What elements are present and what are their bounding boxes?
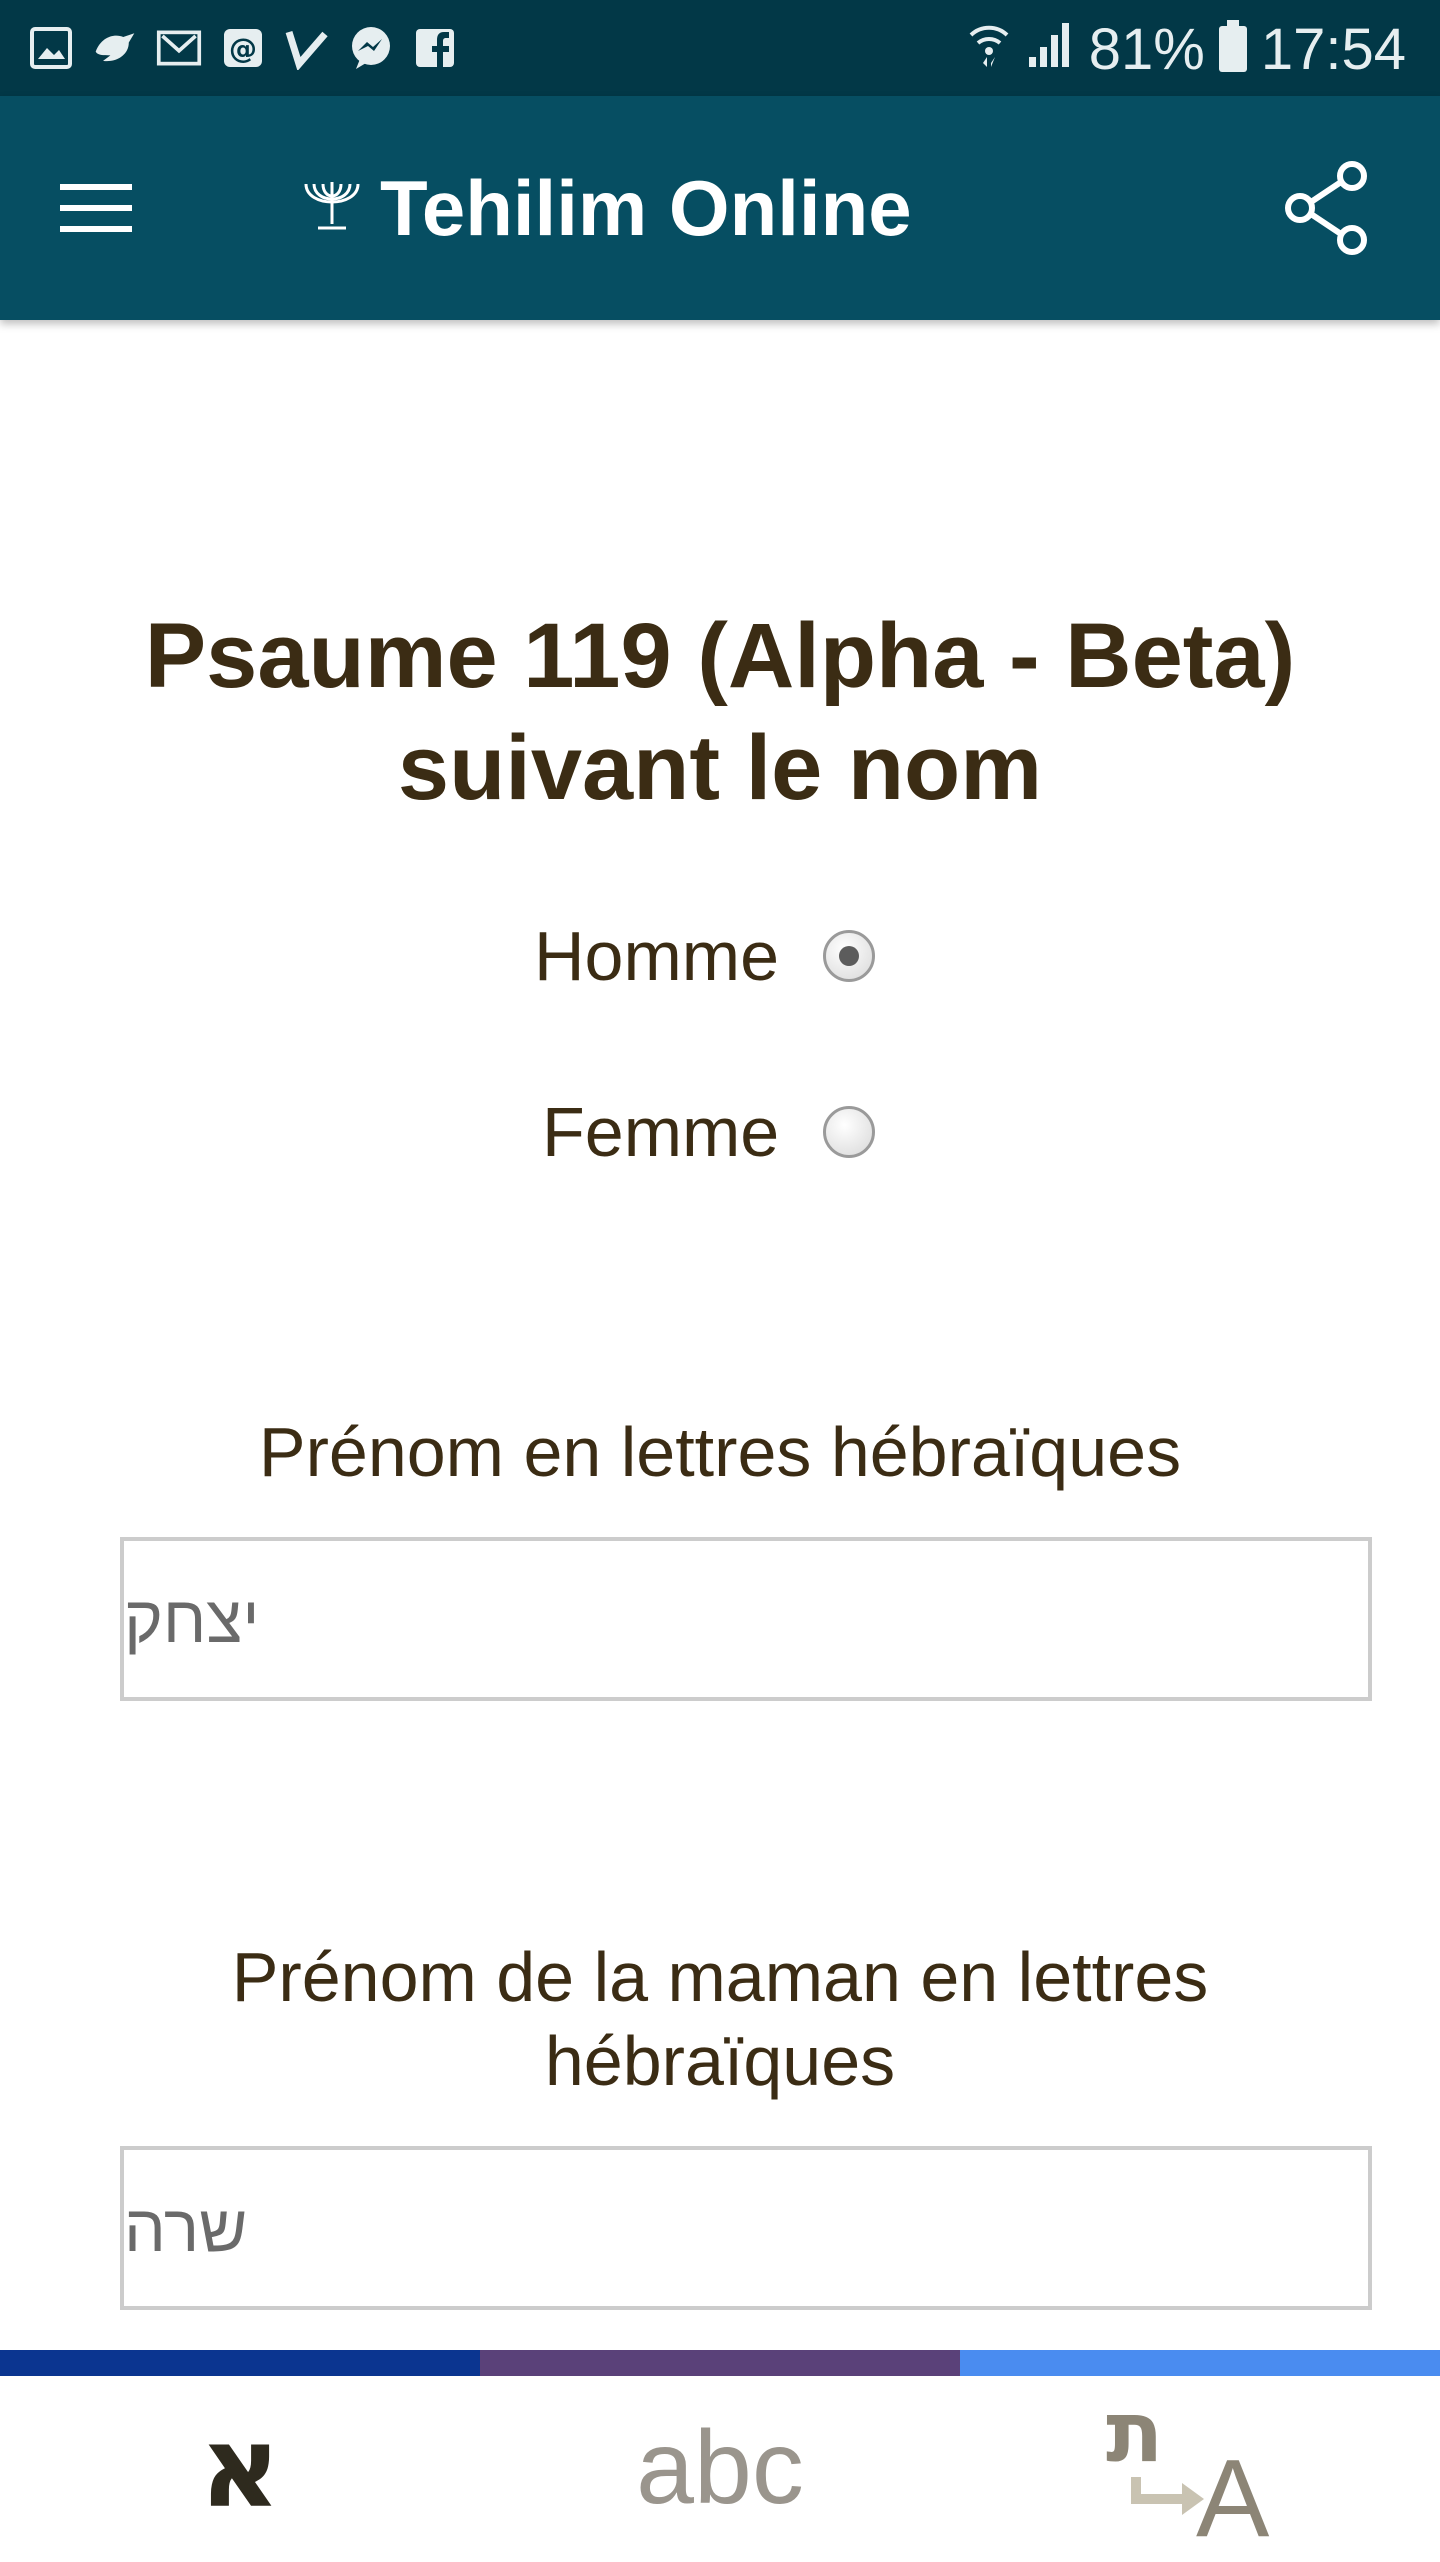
clock: 17:54 <box>1260 16 1406 82</box>
radio-label-femme: Femme <box>542 1093 780 1171</box>
facebook-icon <box>412 25 458 71</box>
menorah-logo-icon <box>300 176 364 241</box>
menu-button[interactable] <box>44 166 148 250</box>
email-icon: @ <box>220 25 266 71</box>
battery-icon <box>1218 20 1247 72</box>
tab-hebrew-label: א <box>199 2403 281 2533</box>
transliteration-icon: ת A <box>1100 2383 1300 2560</box>
tab-transliteration[interactable]: ת A <box>960 2376 1440 2560</box>
stripe-segment-2 <box>480 2350 960 2376</box>
hamburger-menu-icon <box>60 184 132 232</box>
svg-text:@: @ <box>229 32 257 65</box>
first-name-placeholder: יצחק <box>124 1582 260 1656</box>
tab-latin-label: abc <box>636 2409 804 2526</box>
radio-label-homme: Homme <box>534 917 780 995</box>
status-bar: @ 81% 17:54 <box>0 0 1440 96</box>
main-content: Psaume 119 (Alpha - Beta) suivant le nom… <box>0 320 1440 2350</box>
stripe-segment-1 <box>0 2350 480 2376</box>
battery-percent: 81% <box>1088 16 1205 82</box>
app-title-group: Tehilim Online <box>300 156 912 260</box>
share-icon <box>1285 161 1367 255</box>
tasks-check-icon <box>284 25 330 71</box>
bottom-nav: א abc ת A <box>0 2376 1440 2560</box>
app-title: Tehilim Online <box>380 163 912 252</box>
mother-name-label: Prénom de la maman en lettres hébraïques <box>231 1938 1209 2100</box>
radio-femme[interactable] <box>823 1106 876 1158</box>
bird-app-icon <box>92 25 138 71</box>
gallery-icon <box>28 25 74 71</box>
mother-name-input[interactable]: שרה <box>120 2146 1372 2310</box>
app-bar: Tehilim Online <box>0 96 1440 320</box>
messenger-icon <box>348 25 394 71</box>
radio-homme[interactable] <box>823 930 876 982</box>
gender-option-femme[interactable]: Femme <box>542 1082 876 1182</box>
first-name-input[interactable]: יצחק <box>120 1537 1372 1701</box>
page-title: Psaume 119 (Alpha - Beta) suivant le nom <box>144 605 1296 819</box>
signal-icon <box>1025 16 1075 83</box>
wifi-icon <box>967 16 1011 83</box>
gender-option-homme[interactable]: Homme <box>534 906 876 1006</box>
transliteration-hebrew-label: ת <box>1106 2383 1164 2481</box>
share-button[interactable] <box>1270 152 1382 264</box>
transliteration-latin-label: A <box>1196 2437 1270 2560</box>
first-name-label: Prénom en lettres hébraïques <box>258 1413 1182 1491</box>
tab-indicator-stripe <box>0 2350 1440 2376</box>
system-status: 81% 17:54 <box>967 14 1406 84</box>
notification-icons: @ <box>28 22 458 74</box>
tab-latin[interactable]: abc <box>480 2376 960 2560</box>
tab-hebrew[interactable]: א <box>0 2376 480 2560</box>
gmail-icon <box>156 25 202 71</box>
mother-name-placeholder: שרה <box>124 2191 248 2265</box>
stripe-segment-3 <box>960 2350 1440 2376</box>
